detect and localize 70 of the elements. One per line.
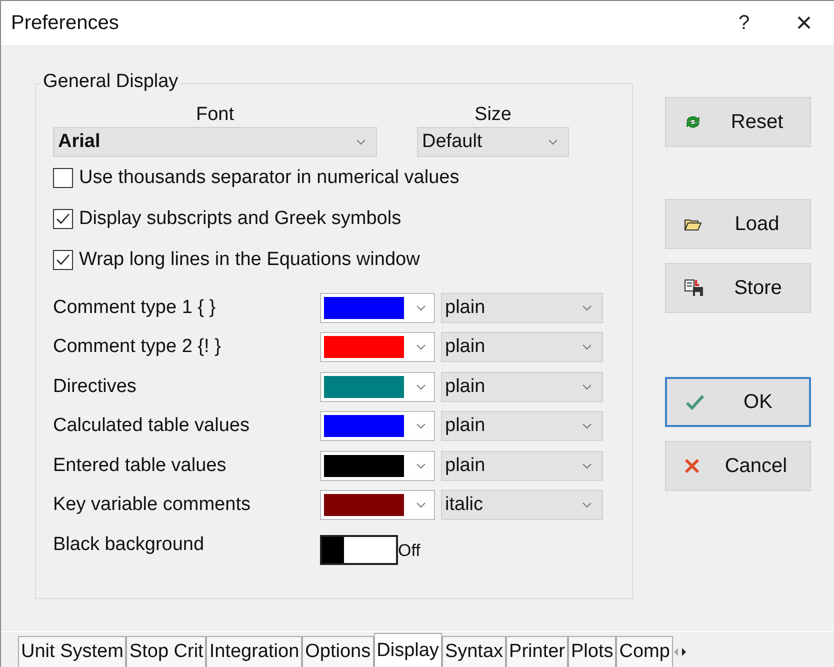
chevron-icon [416, 462, 426, 469]
chevron-icon [582, 344, 592, 350]
checkbox-label: Use thousands separator in numerical values [79, 167, 460, 189]
toggle-label: Black background [53, 534, 206, 556]
tab[interactable]: Comp [616, 636, 673, 667]
close-icon [684, 458, 700, 474]
checkbox-label: Wrap long lines in the Equations window [79, 249, 420, 271]
size-label: Size [474, 104, 512, 126]
group-title: General Display [41, 71, 180, 93]
chevron-icon [416, 384, 426, 390]
checkbox-label: Display subscripts and Greek symbols [79, 208, 402, 230]
tab[interactable]: Syntax [442, 636, 506, 667]
color-dropdown[interactable] [320, 411, 435, 442]
chevron-icon [416, 502, 426, 508]
color-dropdown[interactable] [320, 292, 435, 323]
font-label: Font [196, 104, 234, 126]
load-button[interactable]: Load [665, 199, 811, 249]
style-dropdown[interactable]: plain [441, 411, 603, 442]
toggle-state: Off [398, 540, 420, 561]
help-button[interactable]: ? [714, 3, 774, 43]
checkmark-icon [56, 254, 70, 266]
checkmark-icon [56, 213, 70, 225]
close-button[interactable]: × [774, 3, 834, 43]
tab[interactable]: Options [302, 636, 374, 667]
style-dropdown[interactable]: plain [441, 372, 603, 402]
tab[interactable]: Integration [206, 636, 302, 667]
chevron-icon [582, 462, 592, 469]
checkbox[interactable] [53, 168, 73, 188]
style-label: Comment type 1 { } [53, 296, 217, 319]
chevron-icon [416, 304, 426, 311]
style-dropdown[interactable]: italic [441, 490, 603, 520]
chevron-icon [582, 384, 592, 390]
color-dropdown[interactable] [320, 450, 435, 481]
checkbox[interactable] [53, 250, 73, 270]
toggle-switch[interactable] [320, 534, 398, 565]
ok-button[interactable]: OK [665, 377, 811, 427]
tab[interactable]: Plots [568, 636, 616, 667]
chevron-icon [582, 502, 592, 508]
chevron-icon [356, 139, 366, 145]
cancel-button[interactable]: Cancel [665, 441, 811, 491]
color-dropdown[interactable] [320, 372, 435, 402]
checkbox[interactable] [53, 209, 73, 229]
chevron-icon [416, 344, 426, 350]
reset-button[interactable]: Reset [665, 97, 811, 147]
chevron-icon [548, 139, 558, 145]
color-dropdown[interactable] [320, 332, 435, 362]
font-dropdown[interactable]: Arial [53, 127, 377, 157]
save-icon [684, 279, 704, 297]
style-label: Calculated table values [53, 415, 250, 438]
chevron-icon [582, 423, 592, 430]
tab[interactable]: Display [374, 633, 442, 667]
style-dropdown[interactable]: plain [441, 332, 603, 362]
color-dropdown[interactable] [320, 490, 435, 520]
window-title: Preferences [11, 12, 120, 34]
style-dropdown[interactable]: plain [441, 450, 603, 481]
chevron-icon [416, 423, 426, 430]
store-button[interactable]: Store [665, 263, 811, 313]
style-dropdown[interactable]: plain [441, 292, 603, 323]
size-dropdown[interactable]: Default [417, 127, 569, 157]
refresh-icon [684, 114, 702, 130]
style-label: Entered table values [53, 454, 228, 477]
style-label: Comment type 2 {! } [53, 336, 222, 358]
style-label: Key variable comments [53, 494, 252, 516]
folder-icon [684, 218, 702, 230]
style-label: Directives [53, 376, 138, 398]
tab[interactable]: Unit System [18, 636, 126, 667]
tab[interactable]: Printer [506, 636, 568, 667]
checkmark-icon [685, 394, 705, 410]
tab[interactable]: Stop Crit [126, 636, 206, 667]
chevron-icon [582, 304, 592, 311]
